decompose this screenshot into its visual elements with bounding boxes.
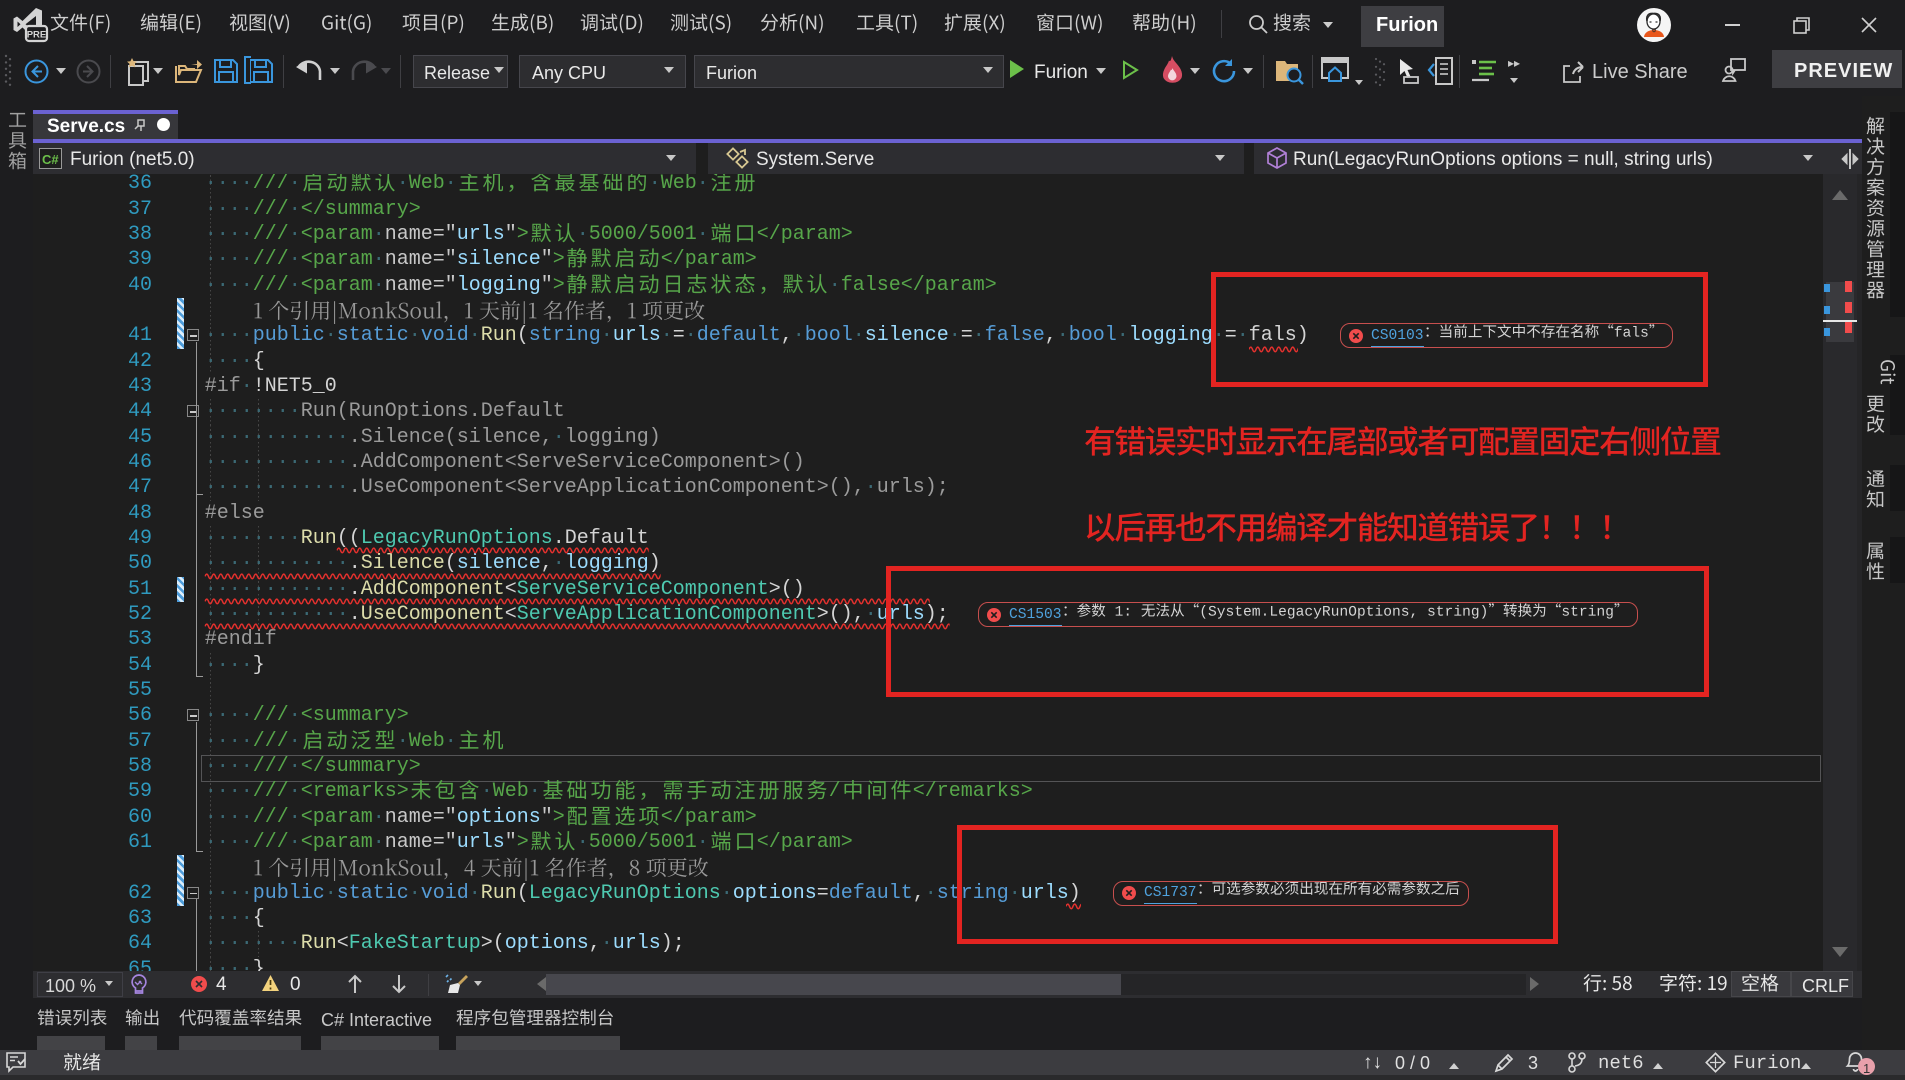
svg-text:PRE: PRE xyxy=(27,30,47,41)
